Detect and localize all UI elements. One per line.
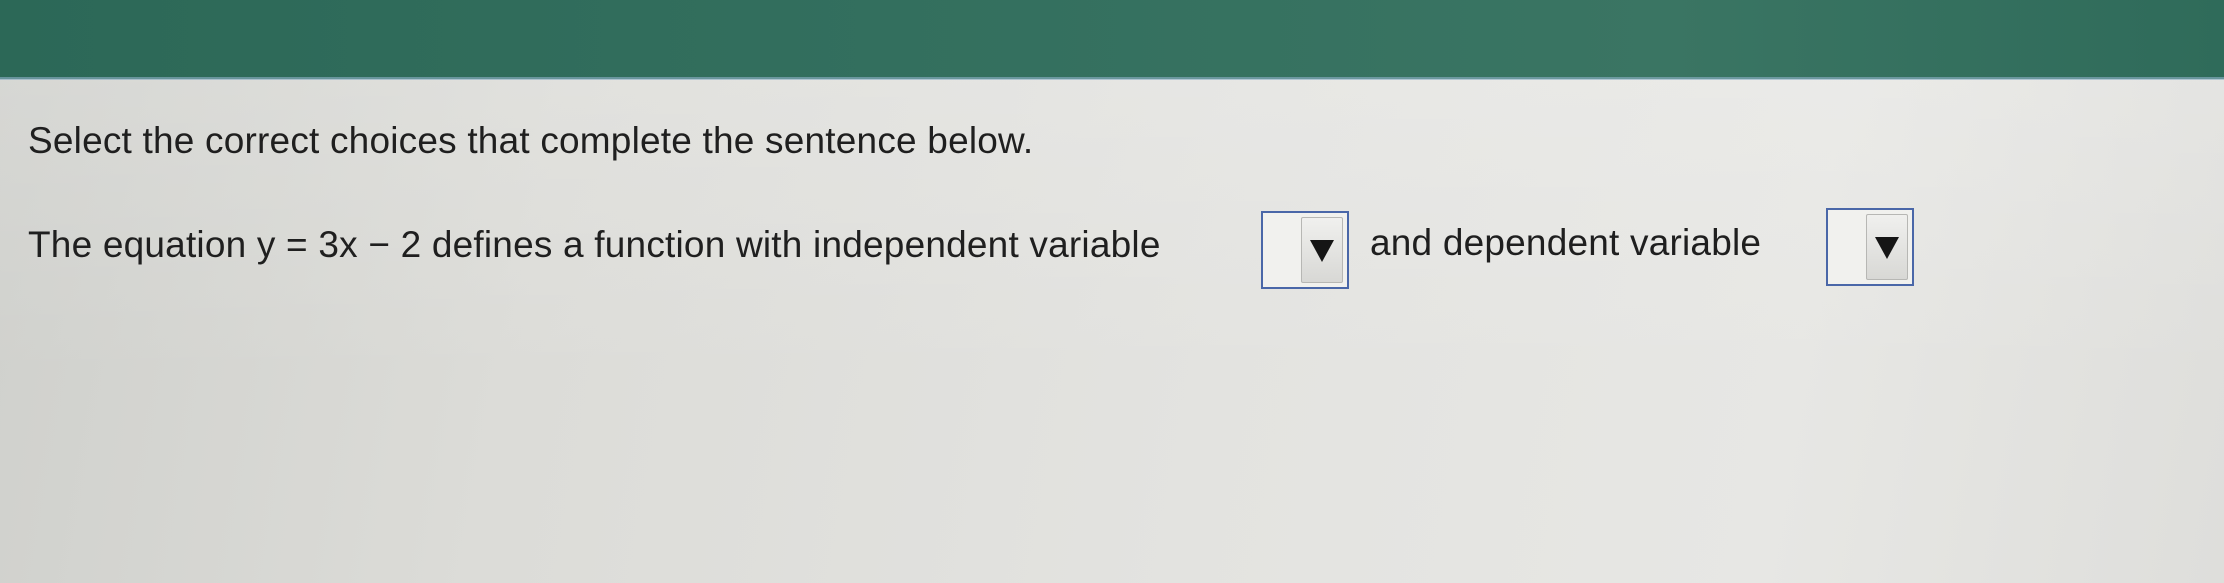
dependent-variable-dropdown[interactable] — [1826, 208, 1914, 286]
dropdown-button[interactable] — [1866, 214, 1908, 280]
dropdown-button[interactable] — [1301, 217, 1343, 283]
question-sentence-part2: and dependent variable — [1370, 222, 1762, 263]
header-bar — [0, 0, 2224, 79]
independent-variable-dropdown[interactable] — [1261, 211, 1349, 289]
question-sentence-part1: The equation y = 3x − 2 defines a functi… — [28, 224, 1161, 265]
question-instruction: Select the correct choices that complete… — [28, 120, 1034, 161]
triangle-down-icon — [1875, 237, 1899, 259]
triangle-down-icon — [1310, 240, 1334, 262]
